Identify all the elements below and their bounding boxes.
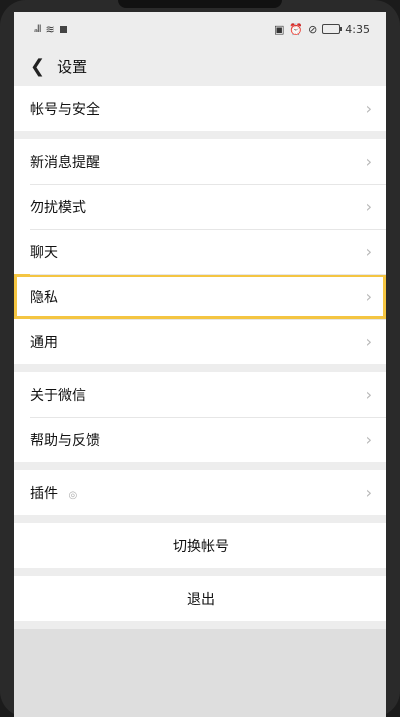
status-left: ₐll ≋ (34, 23, 67, 36)
settings-item-account-security[interactable]: 帐号与安全 › (14, 86, 386, 131)
settings-item-label: 插件 (30, 485, 58, 502)
chevron-right-icon: › (365, 430, 372, 449)
switch-account-label: 切换帐号 (173, 538, 229, 555)
settings-item-label: 帮助与反馈 (30, 432, 100, 449)
wifi-icon: ≋ (45, 22, 55, 36)
logout-label: 退出 (187, 591, 215, 608)
settings-item-label: 帐号与安全 (30, 101, 100, 118)
screen: ₐll ≋ ▣ ⏰ ⊘ 4:35 ❮ 设置 帐号与安全 › 新消息提醒 › 勿扰… (14, 12, 386, 717)
chevron-right-icon: › (365, 152, 372, 171)
chevron-right-icon: › (365, 332, 372, 351)
settings-group-account: 帐号与安全 › (14, 86, 386, 131)
chevron-right-icon: › (365, 197, 372, 216)
settings-group-about: 关于微信 › 帮助与反馈 › (14, 372, 386, 462)
status-time: 4:35 (345, 22, 370, 36)
settings-item-label-wrap: 插件 ◎ (30, 483, 77, 503)
settings-group-plugins: 插件 ◎ › (14, 470, 386, 515)
settings-item-new-message-alerts[interactable]: 新消息提醒 › (14, 139, 386, 184)
status-right: ▣ ⏰ ⊘ 4:35 (274, 23, 370, 36)
settings-item-do-not-disturb[interactable]: 勿扰模式 › (14, 184, 386, 229)
settings-item-chat[interactable]: 聊天 › (14, 229, 386, 274)
switch-account-group: 切换帐号 (14, 523, 386, 568)
status-bar: ₐll ≋ ▣ ⏰ ⊘ 4:35 (14, 12, 386, 46)
signal-icon: ₐll (34, 23, 42, 35)
settings-item-label: 聊天 (30, 244, 58, 261)
badge-dot-icon: ◎ (68, 489, 78, 501)
notification-icon (59, 25, 67, 33)
settings-item-label: 勿扰模式 (30, 199, 86, 216)
back-arrow-icon[interactable]: ❮ (30, 56, 45, 77)
battery-icon (322, 24, 343, 34)
dnd-icon: ⊘ (308, 22, 318, 36)
vibrate-icon: ▣ (273, 22, 285, 36)
chevron-right-icon: › (365, 99, 372, 118)
settings-item-privacy[interactable]: 隐私 › (14, 274, 386, 319)
logout-button[interactable]: 退出 (14, 576, 386, 621)
settings-item-general[interactable]: 通用 › (14, 319, 386, 364)
phone-notch (118, 0, 282, 8)
settings-item-help-feedback[interactable]: 帮助与反馈 › (14, 417, 386, 462)
chevron-right-icon: › (365, 287, 372, 306)
phone-frame: ₐll ≋ ▣ ⏰ ⊘ 4:35 ❮ 设置 帐号与安全 › 新消息提醒 › 勿扰… (0, 0, 400, 717)
settings-item-about-wechat[interactable]: 关于微信 › (14, 372, 386, 417)
bottom-background (14, 629, 386, 717)
chevron-right-icon: › (365, 385, 372, 404)
settings-item-label: 关于微信 (30, 387, 86, 404)
page-title: 设置 (57, 57, 88, 76)
alarm-icon: ⏰ (289, 22, 304, 36)
settings-item-label: 新消息提醒 (30, 154, 100, 171)
settings-item-label: 隐私 (30, 289, 58, 306)
switch-account-button[interactable]: 切换帐号 (14, 523, 386, 568)
chevron-right-icon: › (365, 242, 372, 261)
nav-bar: ❮ 设置 (14, 46, 386, 86)
chevron-right-icon: › (365, 483, 372, 502)
settings-item-plugins[interactable]: 插件 ◎ › (14, 470, 386, 515)
settings-group-general: 新消息提醒 › 勿扰模式 › 聊天 › 隐私 › 通用 › (14, 139, 386, 364)
settings-item-label: 通用 (30, 334, 58, 351)
logout-group: 退出 (14, 576, 386, 621)
